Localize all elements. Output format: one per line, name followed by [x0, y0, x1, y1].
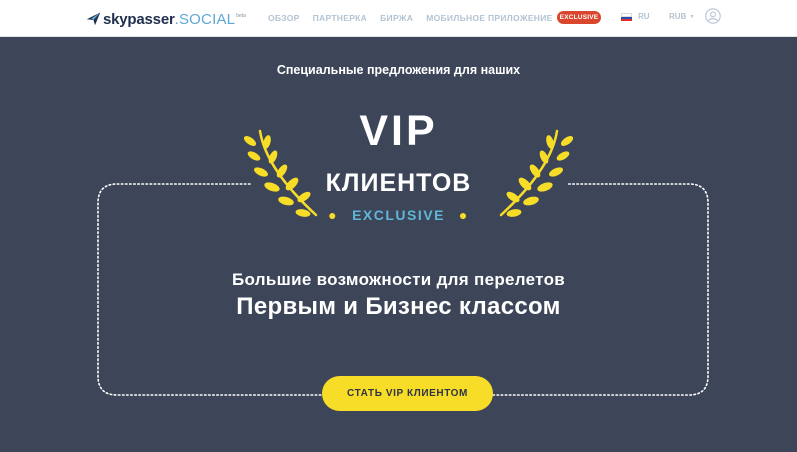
become-vip-button[interactable]: СТАТЬ VIP КЛИЕНТОМ [322, 376, 493, 411]
hero-line-2: Первым и Бизнес классом [236, 293, 561, 320]
exclusive-label: ● EXCLUSIVE ● [0, 205, 797, 225]
exclusive-text: EXCLUSIVE [352, 207, 445, 223]
clients-heading: КЛИЕНТОВ [325, 169, 472, 197]
dot-right-icon: ● [458, 207, 469, 223]
dot-left-icon: ● [328, 207, 339, 223]
hero-line-1: Большие возможности для перелетов [231, 270, 566, 289]
vip-heading: VIP [359, 107, 438, 155]
